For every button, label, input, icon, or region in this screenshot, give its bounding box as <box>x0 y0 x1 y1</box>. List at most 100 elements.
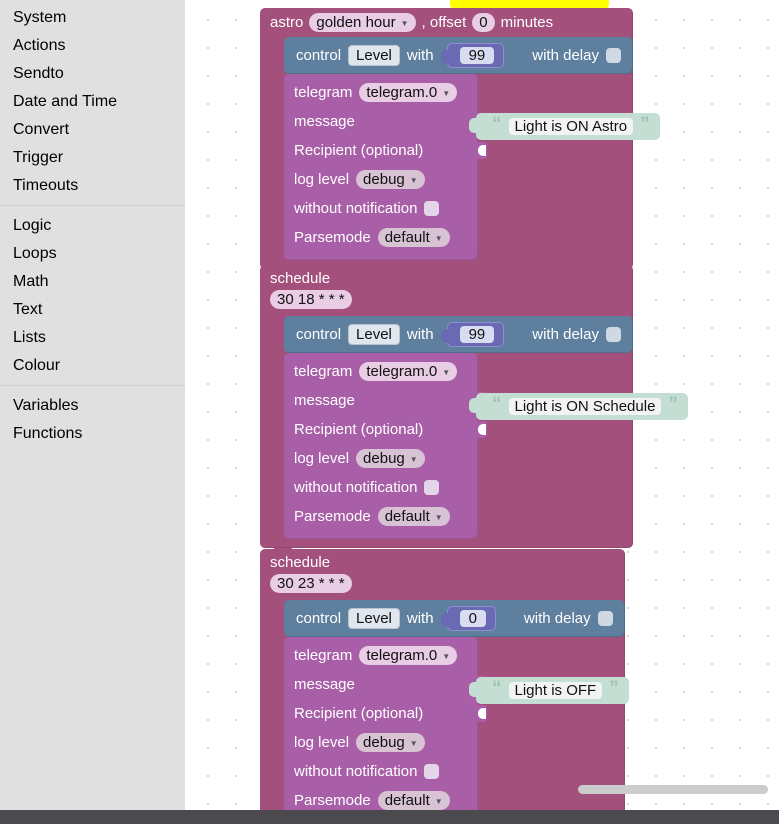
telegram-loglevel-row: log level debug ▼ <box>284 444 478 473</box>
schedule-cron-input[interactable]: 30 18 * * * <box>270 290 352 309</box>
number-value-block-schedule-on[interactable]: 99 <box>440 322 505 347</box>
telegram-block-schedule-off[interactable]: telegram telegram.0 ▼ message Recipient … <box>284 637 487 810</box>
toolbox-item-variables[interactable]: Variables <box>0 392 185 420</box>
telegram-parsemode-dropdown[interactable]: default ▼ <box>377 228 450 247</box>
telegram-loglevel-dropdown[interactable]: debug ▼ <box>356 733 425 752</box>
telegram-instance-dropdown[interactable]: telegram.0 ▼ <box>359 83 458 102</box>
telegram-loglevel-row: log level debug ▼ <box>284 728 478 757</box>
blockly-workspace-canvas[interactable]: astro golden hour ▼ , offset 0 minutes c… <box>185 0 779 810</box>
control-object-field[interactable]: Level <box>348 45 400 66</box>
telegram-instance-value: telegram.0 <box>366 84 438 101</box>
text-value-block-schedule-on-message[interactable]: “ Light is ON Schedule ” <box>469 393 688 420</box>
toolbox-item-logic[interactable]: Logic <box>0 212 185 240</box>
block-stack-astro[interactable]: astro golden hour ▼ , offset 0 minutes c… <box>260 8 660 269</box>
control-block-schedule-on[interactable]: control Level with 99 with delay <box>284 316 633 353</box>
telegram-message-row: message <box>284 670 487 699</box>
telegram-recipient-label: Recipient (optional) <box>294 421 424 438</box>
chevron-down-icon: ▼ <box>442 88 451 98</box>
telegram-parsemode-row: Parsemode default ▼ <box>284 223 478 252</box>
text-value-block-astro-message[interactable]: “ Light is ON Astro ” <box>469 113 660 140</box>
toolbox-item-lists[interactable]: Lists <box>0 324 185 352</box>
telegram-loglevel-row: log level debug ▼ <box>284 165 478 194</box>
telegram-silent-checkbox[interactable] <box>424 764 440 779</box>
toolbox-item-text[interactable]: Text <box>0 296 185 324</box>
block-top-notch <box>274 264 292 269</box>
control-block-astro[interactable]: control Level with 99 with delay <box>284 37 633 74</box>
number-input[interactable]: 0 <box>459 610 486 627</box>
telegram-parsemode-dropdown[interactable]: default ▼ <box>377 507 450 526</box>
toolbox-item-loops[interactable]: Loops <box>0 240 185 268</box>
telegram-parsemode-label: Parsemode <box>294 508 371 525</box>
telegram-instance-dropdown[interactable]: telegram.0 ▼ <box>359 646 458 665</box>
telegram-recipient-row: Recipient (optional) <box>284 415 487 444</box>
warning-tooltip <box>450 0 609 8</box>
control-delay-checkbox[interactable] <box>605 48 621 63</box>
toolbox-item-actions[interactable]: Actions <box>0 32 185 60</box>
message-text-input[interactable]: Light is ON Astro <box>508 118 634 135</box>
telegram-loglevel-dropdown[interactable]: debug ▼ <box>356 449 425 468</box>
telegram-recipient-label: Recipient (optional) <box>294 142 424 159</box>
telegram-message-label: message <box>294 113 355 130</box>
telegram-instance-row: telegram telegram.0 ▼ <box>284 78 478 107</box>
toolbox-item-colour[interactable]: Colour <box>0 352 185 380</box>
number-value-block-schedule-off[interactable]: 0 <box>440 606 496 631</box>
telegram-instance-value: telegram.0 <box>366 363 438 380</box>
telegram-loglevel-dropdown[interactable]: debug ▼ <box>356 170 425 189</box>
toolbox-item-trigger[interactable]: Trigger <box>0 144 185 172</box>
number-input[interactable]: 99 <box>459 47 495 64</box>
astro-offset-label: , offset <box>421 14 467 31</box>
chevron-down-icon: ▼ <box>409 454 418 464</box>
control-delay-label: with delay <box>523 610 591 627</box>
control-block-schedule-off[interactable]: control Level with 0 with delay <box>284 600 625 637</box>
schedule-label: schedule <box>270 554 331 571</box>
control-with-label: with <box>406 47 434 64</box>
telegram-silent-checkbox[interactable] <box>424 201 440 216</box>
number-input[interactable]: 99 <box>459 326 495 343</box>
control-object-field[interactable]: Level <box>348 324 400 345</box>
telegram-message-row: message <box>284 107 487 136</box>
blockly-toolbox[interactable]: System Actions Sendto Date and Time Conv… <box>0 0 185 810</box>
block-stack-schedule-off[interactable]: schedule 30 23 * * * control Level with … <box>260 548 629 810</box>
control-label: control <box>296 326 342 343</box>
recipient-input-socket[interactable] <box>477 142 487 159</box>
horizontal-scrollbar-thumb[interactable] <box>578 785 768 794</box>
blockly-editor: System Actions Sendto Date and Time Conv… <box>0 0 779 824</box>
astro-offset-unit: minutes <box>500 14 554 31</box>
number-value-block-astro[interactable]: 99 <box>440 43 505 68</box>
toolbox-item-sendto[interactable]: Sendto <box>0 60 185 88</box>
horizontal-scrollbar-track[interactable] <box>185 785 779 810</box>
telegram-parsemode-label: Parsemode <box>294 229 371 246</box>
schedule-body-off: control Level with 0 with delay telegram <box>260 600 625 810</box>
chevron-down-icon: ▼ <box>442 367 451 377</box>
quote-close-icon: ” <box>640 114 650 135</box>
telegram-silent-checkbox[interactable] <box>424 480 440 495</box>
telegram-block-schedule-on[interactable]: telegram telegram.0 ▼ message Recipient … <box>284 353 487 539</box>
recipient-input-socket[interactable] <box>477 421 487 438</box>
message-text-input[interactable]: Light is ON Schedule <box>508 398 662 415</box>
control-delay-checkbox[interactable] <box>597 611 613 626</box>
toolbox-item-functions[interactable]: Functions <box>0 420 185 448</box>
toolbox-item-math[interactable]: Math <box>0 268 185 296</box>
telegram-label: telegram <box>294 647 353 664</box>
toolbox-item-timeouts[interactable]: Timeouts <box>0 172 185 200</box>
block-stack-schedule-on[interactable]: schedule 30 18 * * * control Level with … <box>260 264 688 548</box>
chevron-down-icon: ▼ <box>409 738 418 748</box>
chevron-down-icon: ▼ <box>409 175 418 185</box>
astro-pattern-dropdown[interactable]: golden hour ▼ <box>309 13 416 32</box>
control-object-field[interactable]: Level <box>348 608 400 629</box>
toolbox-item-convert[interactable]: Convert <box>0 116 185 144</box>
bottom-bar <box>0 810 779 824</box>
telegram-block-astro[interactable]: telegram telegram.0 ▼ message Recipient … <box>284 74 487 260</box>
telegram-label: telegram <box>294 84 353 101</box>
astro-offset-input[interactable]: 0 <box>472 13 495 32</box>
toolbox-item-date-and-time[interactable]: Date and Time <box>0 88 185 116</box>
message-text-input[interactable]: Light is OFF <box>508 682 603 699</box>
quote-close-icon: ” <box>668 394 678 415</box>
control-with-label: with <box>406 326 434 343</box>
recipient-input-socket[interactable] <box>477 705 487 722</box>
text-value-block-schedule-off-message[interactable]: “ Light is OFF ” <box>469 677 629 704</box>
telegram-instance-dropdown[interactable]: telegram.0 ▼ <box>359 362 458 381</box>
toolbox-item-system[interactable]: System <box>0 4 185 32</box>
schedule-cron-input[interactable]: 30 23 * * * <box>270 574 352 593</box>
control-delay-checkbox[interactable] <box>605 327 621 342</box>
